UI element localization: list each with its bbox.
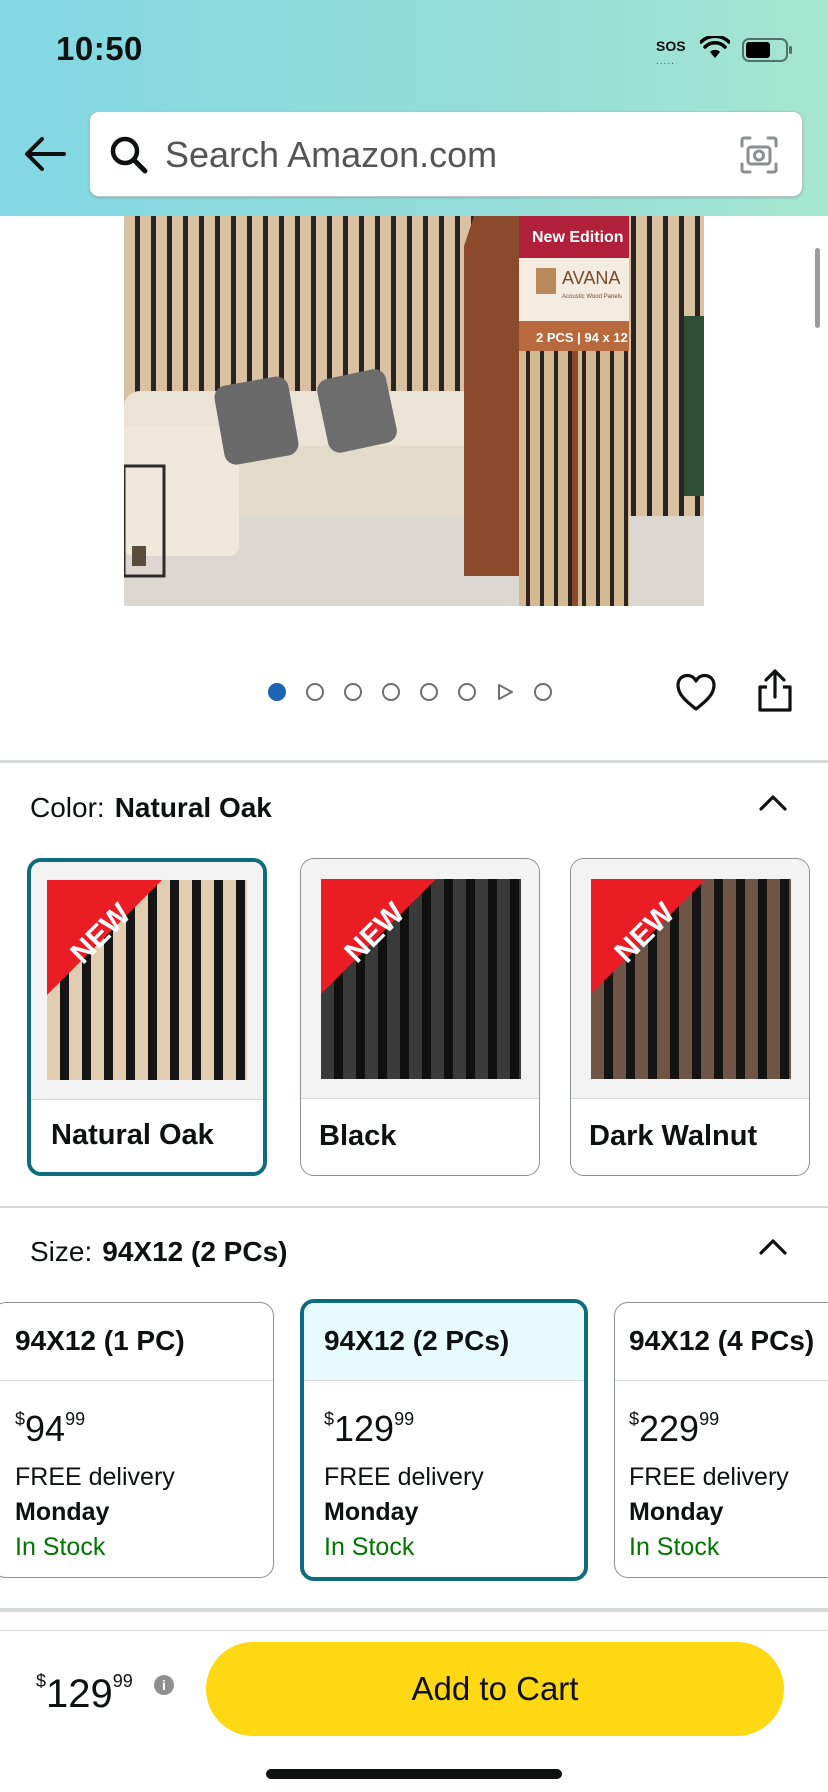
carousel-dot[interactable]	[458, 683, 476, 701]
stock-status: In Stock	[15, 1533, 106, 1561]
wifi-icon	[700, 36, 730, 58]
box-badge-text: New Edition	[532, 229, 624, 246]
bottom-price: $12999	[36, 1671, 133, 1717]
delivery-day: Monday	[629, 1498, 724, 1526]
price-whole: 129	[46, 1672, 113, 1716]
product-photo-illustration: New Edition AVANA Acoustic Wood Panels 2…	[124, 216, 704, 606]
size-option-label: 94X12 (4 PCs)	[615, 1303, 828, 1381]
swatch-image: NEW	[591, 879, 791, 1079]
price-cents: 99	[65, 1409, 86, 1429]
currency: $	[36, 1671, 47, 1691]
price-cents: 99	[699, 1409, 720, 1429]
back-arrow-icon[interactable]	[22, 134, 68, 174]
color-label-text: Color:	[30, 792, 105, 823]
carousel-dot[interactable]	[306, 683, 324, 701]
color-option-black[interactable]: NEW Black	[300, 858, 540, 1176]
divider	[0, 1608, 828, 1612]
price-whole: 129	[334, 1408, 395, 1449]
price: $12999	[324, 1399, 570, 1449]
delivery-text: FREE delivery	[629, 1463, 789, 1491]
search-input[interactable]: Search Amazon.com	[89, 111, 803, 197]
carousel-dot[interactable]	[534, 683, 552, 701]
size-option-label: 94X12 (2 PCs)	[304, 1303, 584, 1381]
chevron-up-icon[interactable]	[758, 792, 788, 812]
heart-icon[interactable]	[675, 672, 717, 714]
carousel-dot[interactable]	[382, 683, 400, 701]
color-option-dark-walnut[interactable]: NEW Dark Walnut	[570, 858, 810, 1176]
delivery-day: Monday	[15, 1498, 110, 1526]
price-cents: 99	[394, 1409, 415, 1429]
size-option-1pc[interactable]: 94X12 (1 PC) $9499 FREE delivery Monday …	[0, 1302, 274, 1578]
share-icon[interactable]	[755, 669, 795, 713]
swatch-label: Natural Oak	[51, 1119, 214, 1151]
price-whole: 229	[639, 1408, 700, 1449]
swatch-label: Dark Walnut	[589, 1120, 758, 1152]
size-label: Size: 94X12 (2 PCs)	[30, 1236, 287, 1268]
size-selected-value: 94X12 (2 PCs)	[102, 1236, 288, 1267]
currency: $	[15, 1409, 26, 1429]
currency: $	[324, 1409, 335, 1429]
delivery-text: FREE delivery	[15, 1463, 175, 1491]
product-image[interactable]: New Edition AVANA Acoustic Wood Panels 2…	[124, 216, 704, 606]
box-brand-text: AVANA	[562, 268, 620, 288]
swatch-image: NEW	[46, 879, 247, 1080]
price-cents: 99	[112, 1671, 133, 1691]
header: 10:50 SOS ..... Search Amazon.com	[0, 0, 828, 216]
divider	[0, 1206, 828, 1208]
sos-indicator: SOS	[656, 38, 686, 54]
search-icon	[110, 136, 148, 174]
chevron-up-icon[interactable]	[758, 1236, 788, 1256]
carousel-dot[interactable]	[268, 683, 286, 701]
delivery-day: Monday	[324, 1498, 419, 1526]
currency: $	[629, 1409, 640, 1429]
bottom-action-bar: $12999 i Add to Cart	[0, 1630, 828, 1792]
color-option-natural-oak[interactable]: NEW Natural Oak	[27, 858, 267, 1176]
size-option-2pcs[interactable]: 94X12 (2 PCs) $12999 FREE delivery Monda…	[300, 1299, 588, 1581]
info-icon[interactable]: i	[154, 1675, 174, 1695]
battery-icon	[742, 38, 792, 62]
size-label-text: Size:	[30, 1236, 93, 1267]
swatch-image-area: NEW	[31, 862, 263, 1100]
price-whole: 94	[25, 1408, 66, 1449]
search-placeholder: Search Amazon.com	[165, 134, 498, 175]
image-carousel-indicator[interactable]	[268, 680, 572, 704]
video-play-icon[interactable]	[496, 683, 514, 701]
delivery-text: FREE delivery	[324, 1463, 484, 1491]
swatch-label: Black	[319, 1120, 397, 1152]
sos-signal-dots: .....	[656, 56, 675, 67]
carousel-dot[interactable]	[344, 683, 362, 701]
scrollbar[interactable]	[815, 248, 820, 328]
camera-search-icon[interactable]	[738, 134, 780, 176]
carousel-dot[interactable]	[420, 683, 438, 701]
size-option-label: 94X12 (1 PC)	[0, 1303, 273, 1381]
price: $22999	[629, 1399, 828, 1449]
swatch-image-area: NEW	[301, 859, 539, 1099]
divider	[0, 760, 828, 763]
price: $9499	[15, 1399, 259, 1449]
box-tagline-text: Acoustic Wood Panels	[562, 294, 622, 300]
stock-status: In Stock	[629, 1533, 720, 1561]
status-time: 10:50	[56, 30, 143, 67]
swatch-image: NEW	[321, 879, 521, 1079]
color-selected-value: Natural Oak	[114, 792, 272, 823]
add-to-cart-button[interactable]: Add to Cart	[206, 1642, 784, 1736]
box-spec-text: 2 PCS | 94 x 12	[536, 330, 628, 345]
home-indicator[interactable]	[266, 1769, 562, 1779]
swatch-image-area: NEW	[571, 859, 809, 1099]
stock-status: In Stock	[324, 1533, 415, 1561]
color-label: Color: Natural Oak	[30, 792, 272, 824]
size-option-4pcs[interactable]: 94X12 (4 PCs) $22999 FREE delivery Monda…	[614, 1302, 828, 1578]
